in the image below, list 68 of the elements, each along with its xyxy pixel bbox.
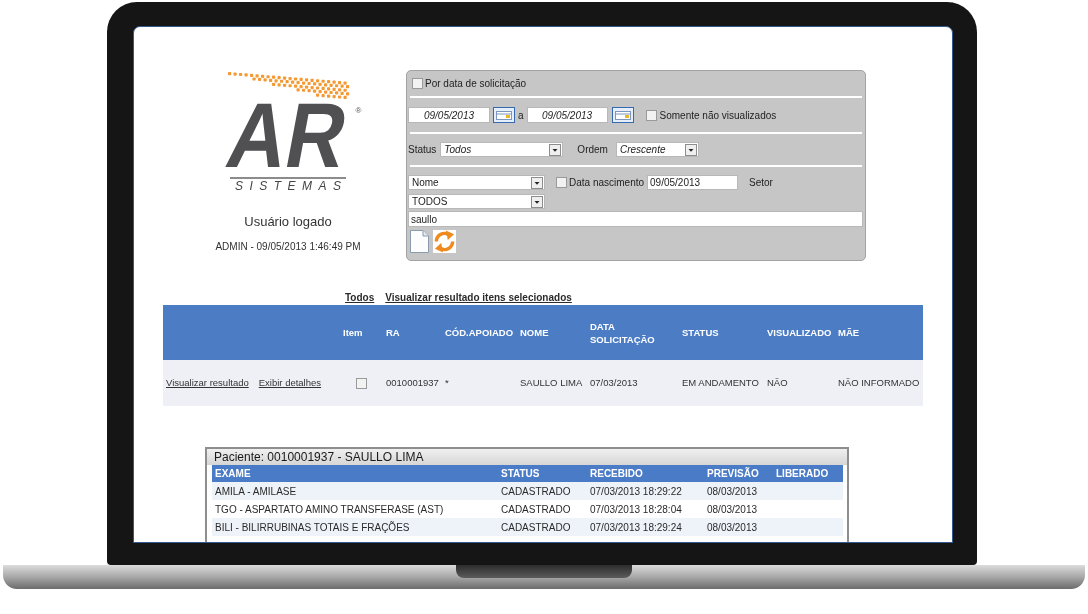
field-label: Status [408,143,437,157]
column-header: RA [385,326,401,339]
order-select[interactable]: Crescente [615,142,699,157]
column-header: Item [342,326,364,339]
logo-wordmark: AR [221,99,353,173]
refresh-icon[interactable] [433,230,456,253]
logo-tagline: SISTEMAS [233,178,348,193]
column-header: MÃE [837,326,861,339]
column-header: DATA SOLICITAÇÃO [589,319,656,346]
table-cell-text: AMILA - AMILASE [214,484,298,499]
column-header: EXAME [214,467,252,481]
search-type-select[interactable]: Nome [408,175,545,190]
patient-title: Paciente: 0010001937 - SAULLO LIMA [207,449,847,465]
table-cell-text: 08/03/2013 [706,520,759,535]
column-header: LIBERADO [775,467,830,481]
table-cell-text: CADASTRADO [500,520,572,535]
view-result-link[interactable]: Visualizar resultado [166,375,249,391]
start-date-field[interactable]: 09/05/2013 [408,107,490,123]
column-header: RECEBIDO [589,467,644,481]
checkbox-label: Por data de solicitação [425,77,527,91]
table-cell-text: 07/03/2013 [589,375,639,390]
end-date-field[interactable]: 09/05/2013 [526,107,608,123]
column-header: NOME [519,326,550,339]
calendar-icon [496,110,512,120]
field-label: Setor [749,176,773,190]
column-header: PREVISÃO [706,466,760,481]
table-cell-text: 08/03/2013 [706,484,759,499]
table-cell-text: SAULLO LIMA [519,375,584,390]
table-cell-text: 08/03/2013 [706,502,759,517]
sector-select[interactable]: TODOS [408,194,545,209]
table-cell-text: 07/03/2013 18:28:04 [589,502,683,517]
checkbox-label: Somente não visualizados [659,108,777,123]
calendar-icon [614,110,631,120]
session-info: ADMIN - 09/05/2013 1:46:49 PM [215,240,361,253]
search-text-field[interactable]: saullo [408,211,863,227]
calendar-button[interactable] [493,107,515,123]
table-cell-text: NÃO INFORMADO [837,375,921,390]
birth-date-field[interactable]: 09/05/2013 [647,175,739,190]
row-checkbox[interactable] [356,377,367,389]
column-header: STATUS [681,326,720,339]
table-cell-text: TGO - ASPARTATO AMINO TRANSFERASE (AST) [214,502,445,517]
table-cell-text: * [444,375,450,390]
column-header: STATUS [500,467,541,481]
logo-dots-icon [226,71,350,99]
table-cell-text: CADASTRADO [500,502,572,517]
column-header: VISUALIZADO [766,326,833,339]
range-separator-label: a [518,108,524,123]
unviewed-only-checkbox[interactable] [645,109,657,121]
calendar-button[interactable] [611,107,634,123]
table-cell-text: EM ANDAMENTO [681,375,760,390]
request-date-checkbox[interactable] [412,78,423,89]
document-icon[interactable] [410,230,429,253]
user-heading: Usuário logado [244,213,332,230]
status-select[interactable]: Todos [440,142,564,157]
table-cell-text: 0010001937 [385,375,440,390]
checkbox-label: Data nascimento [569,176,645,190]
table-cell-text: 07/03/2013 18:29:24 [589,520,683,535]
table-cell-text: NÃO [766,375,789,390]
show-details-link[interactable]: Exibir detalhes [258,375,322,391]
table-cell-text: BILI - BILIRRUBINAS TOTAIS E FRAÇÕES [214,520,411,535]
birth-date-checkbox[interactable] [556,177,567,188]
field-label: Ordem [577,143,608,157]
view-selected-results-link[interactable]: Visualizar resultado itens selecionados [385,292,572,304]
table-cell-text: CADASTRADO [500,484,572,499]
column-header: CÓD.APOIADO [444,326,515,339]
select-all-link[interactable]: Todos [345,292,375,304]
table-cell-text: 07/03/2013 18:29:22 [589,484,683,499]
registered-mark: ® [355,107,362,115]
